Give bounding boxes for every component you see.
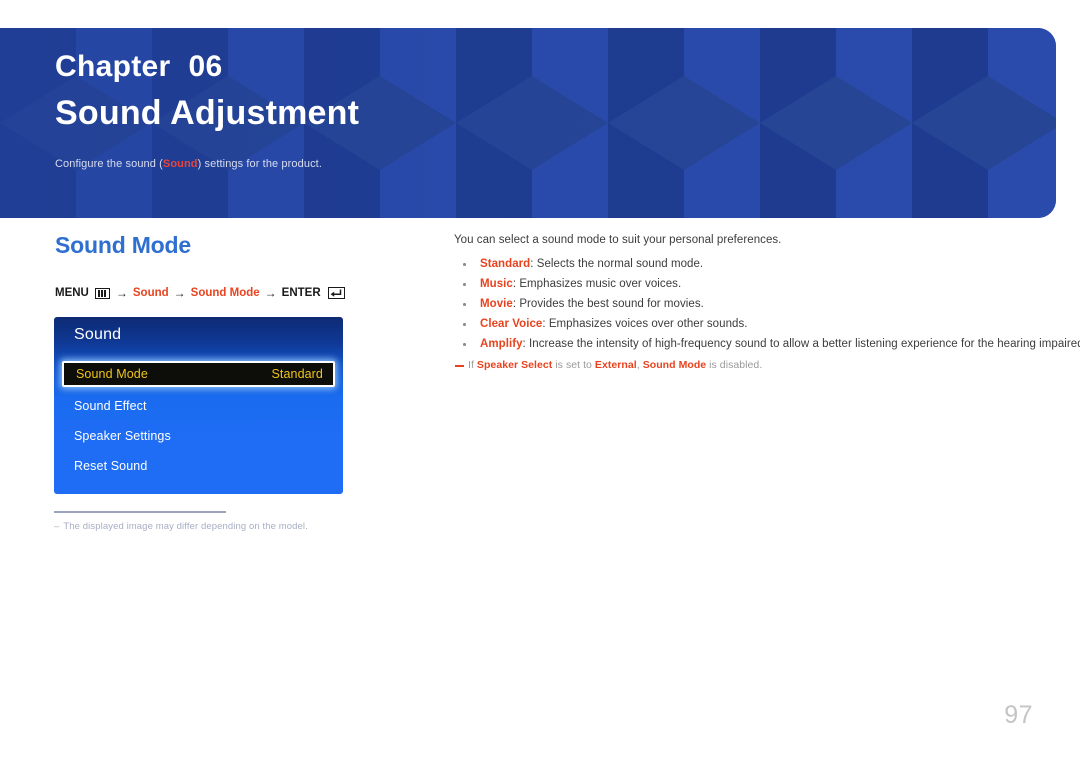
osd-row-label: Reset Sound	[74, 459, 148, 473]
arrow-icon-1: →	[115, 286, 128, 300]
note-term-external: External	[594, 359, 637, 371]
chapter-heading: Chapter 06	[55, 51, 222, 83]
osd-footnote: – The displayed image may differ dependin…	[54, 521, 308, 532]
note-term-sound-mode: Sound Mode	[642, 359, 707, 371]
list-item: Standard: Selects the normal sound mode.	[454, 254, 1034, 274]
osd-sound-menu: Sound Sound Mode Standard Sound Effect S…	[54, 317, 343, 494]
option-description: : Emphasizes music over voices.	[512, 278, 682, 290]
chapter-description-pre: Configure the sound (	[55, 158, 163, 170]
menu-path-enter-label: ENTER	[281, 287, 321, 299]
section-title: Sound Mode	[55, 232, 191, 258]
chapter-label: Chapter	[55, 50, 171, 83]
option-description: : Emphasizes voices over other sounds.	[542, 318, 748, 330]
speaker-select-note: If Speaker Select is set to External, So…	[454, 359, 1034, 371]
option-term: Amplify	[480, 338, 523, 350]
chapter-number: 06	[188, 50, 223, 83]
option-term: Standard	[480, 258, 531, 270]
option-term: Music	[480, 278, 513, 290]
list-item: Clear Voice: Emphasizes voices over othe…	[454, 314, 1034, 334]
osd-row-sound-mode[interactable]: Sound Mode Standard	[62, 361, 335, 387]
list-item: Movie: Provides the best sound for movie…	[454, 294, 1034, 314]
chapter-description-highlight: Sound	[162, 158, 198, 170]
option-term: Clear Voice	[480, 318, 543, 330]
chapter-title: Sound Adjustment	[55, 94, 360, 132]
osd-title: Sound	[74, 326, 122, 343]
osd-row-label: Sound Mode	[76, 367, 148, 381]
osd-row-value: Standard	[271, 367, 323, 381]
sound-mode-option-list: Standard: Selects the normal sound mode.…	[454, 254, 1080, 354]
enter-return-icon	[327, 287, 345, 299]
menu-path-breadcrumb: MENU → Sound → Sound Mode → ENTER	[55, 286, 345, 300]
content-lead-paragraph: You can select a sound mode to suit your…	[454, 234, 782, 246]
note-pre: If	[468, 359, 477, 371]
osd-row-label: Speaker Settings	[74, 429, 171, 443]
chapter-banner: Chapter 06 Sound Adjustment Configure the…	[0, 28, 1056, 218]
option-description: : Increase the intensity of high-frequen…	[522, 338, 1080, 350]
option-term: Movie	[480, 298, 513, 310]
osd-row-sound-effect[interactable]: Sound Effect	[54, 391, 343, 421]
menu-bars-icon	[94, 287, 110, 299]
page-number: 97	[1004, 701, 1033, 729]
osd-row-label: Sound Effect	[74, 399, 147, 413]
chapter-description-post: ) settings for the product.	[197, 158, 322, 170]
list-item: Amplify: Increase the intensity of high-…	[454, 334, 1080, 354]
note-post: is disabled.	[706, 359, 763, 371]
note-term-speaker-select: Speaker Select	[476, 359, 553, 371]
osd-row-reset-sound[interactable]: Reset Sound	[54, 451, 343, 481]
osd-row-speaker-settings[interactable]: Speaker Settings	[54, 421, 343, 451]
arrow-icon-2: →	[173, 286, 186, 300]
note-mid-1: is set to	[552, 359, 595, 371]
option-description: : Selects the normal sound mode.	[530, 258, 704, 270]
option-description: : Provides the best sound for movies.	[512, 298, 704, 310]
osd-footnote-divider	[54, 511, 226, 513]
arrow-icon-3: →	[264, 286, 277, 300]
enter-arrow-glyph	[330, 289, 342, 297]
content-column: You can select a sound mode to suit your…	[454, 234, 1080, 371]
osd-footnote-dash: –	[54, 521, 60, 532]
menu-path-menu-label: MENU	[55, 287, 89, 299]
osd-row-list: Sound Mode Standard Sound Effect Speaker…	[54, 361, 343, 481]
list-item: Music: Emphasizes music over voices.	[454, 274, 1034, 294]
menu-path-step-sound: Sound	[132, 287, 169, 299]
chapter-description: Configure the sound (Sound) settings for…	[55, 158, 322, 170]
osd-footnote-text: The displayed image may differ depending…	[63, 521, 308, 532]
menu-path-step-sound-mode: Sound Mode	[190, 287, 260, 299]
